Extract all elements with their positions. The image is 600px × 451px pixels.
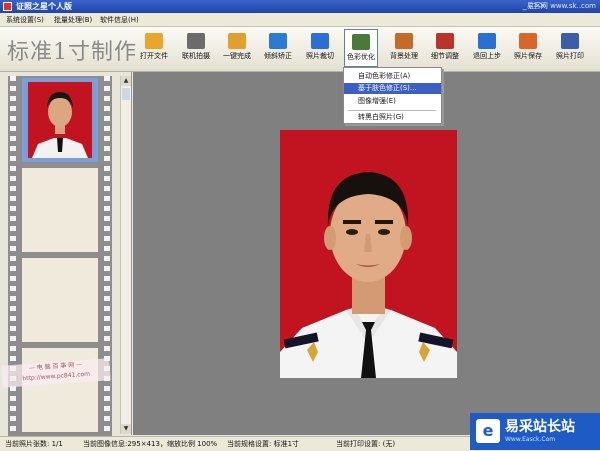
status-spec: 当前规格设置: 标准1寸: [227, 440, 300, 448]
crop-button[interactable]: 照片裁切: [303, 29, 337, 67]
camera-capture-button[interactable]: 联机拍摄: [179, 29, 213, 67]
color-menu: 自动色彩修正(A) 基于肤色修正(S)... 图像增强(E) 转黑白照片(G): [343, 67, 442, 124]
editing-canvas[interactable]: [133, 72, 600, 435]
status-image-info: 当前图像信息:295×413，缩放比例 100%: [83, 440, 218, 448]
film-perforation: [104, 76, 110, 436]
logo-icon: e: [476, 419, 500, 443]
status-photo-count: 当前照片张数: 1/1: [5, 440, 63, 448]
mode-title: 标准1寸制作: [7, 40, 137, 65]
menu-bar: 系统设置(S) 批量处理(B) 软件信息(H): [0, 13, 600, 27]
id-photo[interactable]: [280, 130, 457, 378]
scroll-thumb[interactable]: [122, 88, 130, 100]
save-photo-button[interactable]: 照片保存: [511, 29, 545, 67]
detail-adjust-button[interactable]: 细节调整: [428, 29, 462, 67]
undo-button[interactable]: 退回上步: [470, 29, 504, 67]
menu-item-auto-color[interactable]: 自动色彩修正(A): [344, 71, 441, 82]
menu-separator: [348, 110, 436, 111]
site-logo: e 易采站长站 Www.Easck.Com: [470, 413, 600, 450]
logo-subtext: Www.Easck.Com: [505, 436, 556, 443]
thumbnail-frame[interactable]: [22, 258, 98, 342]
menu-system[interactable]: 系统设置(S): [6, 15, 44, 25]
printer-icon: [561, 33, 579, 49]
menu-item-enhance[interactable]: 图像增强(E): [344, 96, 441, 107]
menu-item-grayscale[interactable]: 转黑白照片(G): [344, 112, 441, 123]
thumbnail-frame[interactable]: [22, 168, 98, 252]
thumbnail-photo: [28, 82, 92, 158]
portrait-image: [280, 130, 457, 378]
rotate-icon: [269, 33, 287, 49]
color-optimize-button[interactable]: 色彩优化: [344, 29, 378, 67]
hand-icon: [228, 33, 246, 49]
one-click-button[interactable]: 一键完成: [220, 29, 254, 67]
print-photo-button[interactable]: 照片打印: [553, 29, 587, 67]
toolbar: 标准1寸制作 打开文件 联机拍摄 一键完成 倾斜矫正 照片裁切 色彩优化 背景处…: [0, 27, 600, 72]
folder-icon: [145, 33, 163, 49]
menu-info[interactable]: 软件信息(H): [100, 15, 139, 25]
palette-icon: [352, 34, 370, 50]
chart-icon: [436, 33, 454, 49]
scroll-down-icon[interactable]: ▼: [121, 424, 131, 434]
thumbnail-panel: ▲ ▼ — 电 脑 百 事 网 — http://www.pc841.com: [0, 72, 132, 436]
app-icon: [3, 2, 12, 11]
brush-icon: [395, 33, 413, 49]
menu-batch[interactable]: 批量处理(B): [54, 15, 92, 25]
tilt-correct-button[interactable]: 倾斜矫正: [261, 29, 295, 67]
undo-icon: [478, 33, 496, 49]
site-tag: 易客网 www.sk..com: [526, 2, 596, 10]
background-button[interactable]: 背景处理: [387, 29, 421, 67]
camera-icon: [187, 33, 205, 49]
title-bar: 证照之星个人版 _ □ × 易客网 www.sk..com: [0, 0, 600, 13]
save-icon: [519, 33, 537, 49]
thumbnail-frame-selected[interactable]: [22, 78, 98, 162]
scroll-up-icon[interactable]: ▲: [121, 76, 131, 86]
thumbnail-scrollbar[interactable]: ▲ ▼: [120, 76, 131, 434]
window-title: 证照之星个人版: [16, 2, 72, 11]
crop-icon: [311, 33, 329, 49]
open-file-button[interactable]: 打开文件: [137, 29, 171, 67]
logo-text: 易采站长站: [505, 419, 575, 435]
status-print: 当前打印设置: (无): [336, 440, 396, 448]
menu-item-skin-correct[interactable]: 基于肤色修正(S)...: [344, 83, 441, 94]
